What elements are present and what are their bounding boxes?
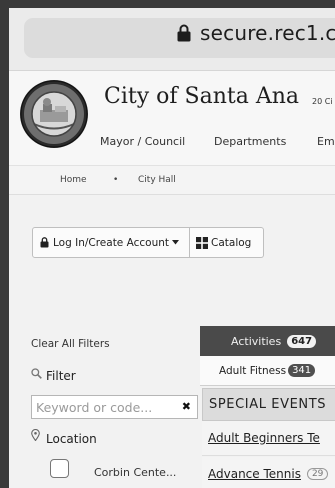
keyword-search-field: ✖ xyxy=(31,395,198,419)
site-header: City of Santa Ana 20 Ci Mayor / Council … xyxy=(9,70,335,165)
activities-count-badge: 647 xyxy=(287,334,317,348)
clear-all-filters-link[interactable]: Clear All Filters xyxy=(31,338,110,350)
nav-mayor-council[interactable]: Mayor / Council xyxy=(100,135,185,148)
location-checkbox[interactable] xyxy=(50,459,69,478)
list-item: Advance Tennis 29 xyxy=(202,457,335,488)
breadcrumb-separator: • xyxy=(113,175,119,185)
activity-link[interactable]: Adult Beginners Te xyxy=(208,431,320,445)
tab-activities[interactable]: Activities 647 xyxy=(200,326,335,356)
browser-window: secure.rec1.co City of Santa Ana 20 Ci M… xyxy=(9,8,335,488)
url-text[interactable]: secure.rec1.co xyxy=(200,21,335,45)
caret-down-icon xyxy=(172,240,180,245)
tab-activities-label: Activities xyxy=(231,334,282,348)
tab-adult-fitness[interactable]: Adult Fitness 341 xyxy=(200,356,335,386)
grid-icon xyxy=(196,236,208,249)
map-pin-icon xyxy=(31,429,40,441)
catalog-button[interactable]: Catalog xyxy=(190,227,264,258)
main-nav: Mayor / Council Departments Em xyxy=(9,131,335,153)
breadcrumb-city-hall[interactable]: City Hall xyxy=(138,175,176,185)
activity-count-badge: 29 xyxy=(306,468,329,480)
city-title[interactable]: City of Santa Ana xyxy=(104,84,299,109)
list-item: Adult Beginners Te xyxy=(202,421,335,456)
filter-heading: Filter xyxy=(31,367,76,383)
keyword-search-input[interactable] xyxy=(32,396,172,418)
clear-keyword-icon[interactable]: ✖ xyxy=(182,400,191,413)
location-heading-label: Location xyxy=(46,432,97,446)
lock-icon xyxy=(40,237,49,248)
location-label[interactable]: Corbin Cente... xyxy=(94,466,176,479)
activity-link[interactable]: Advance Tennis xyxy=(208,467,301,481)
search-icon xyxy=(31,367,42,379)
nav-em[interactable]: Em xyxy=(317,135,335,148)
lock-icon xyxy=(177,24,191,42)
breadcrumb-home[interactable]: Home xyxy=(60,175,87,185)
city-subtitle: 20 Ci xyxy=(312,97,333,106)
login-create-account-button[interactable]: Log In/Create Account xyxy=(32,227,190,258)
address-bar: secure.rec1.co xyxy=(9,8,335,70)
login-label: Log In/Create Account xyxy=(53,236,170,249)
tab-fitness-label: Adult Fitness xyxy=(219,364,287,377)
filter-heading-label: Filter xyxy=(46,369,76,383)
nav-departments[interactable]: Departments xyxy=(214,135,286,148)
location-heading: Location xyxy=(31,429,97,446)
catalog-label: Catalog xyxy=(211,236,252,249)
fitness-count-badge: 341 xyxy=(288,364,316,377)
breadcrumb: Home • City Hall xyxy=(9,165,335,195)
section-special-events[interactable]: SPECIAL EVENTS xyxy=(202,388,335,421)
